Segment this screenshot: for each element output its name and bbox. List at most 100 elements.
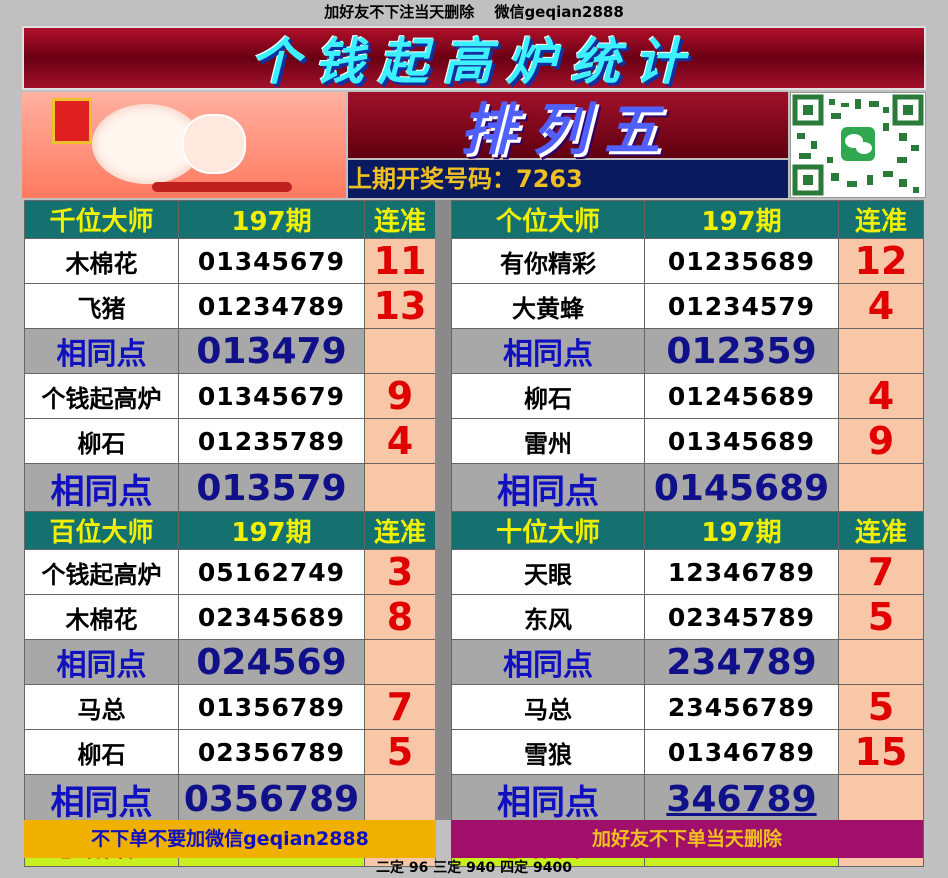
streak-header: 连准: [838, 511, 924, 550]
common-empty: [838, 639, 924, 685]
sheep-mascot-icon: [22, 92, 346, 198]
expert-name: 柳石: [24, 729, 179, 775]
expert-numbers: 01234579: [644, 283, 839, 329]
streak-count: 15: [838, 729, 924, 775]
common-numbers: 013479: [178, 328, 365, 374]
expert-name: 柳石: [24, 418, 179, 464]
common-label: 相同点: [451, 463, 645, 514]
panel-period: 197期: [178, 200, 365, 239]
sub-banner: 排列五: [348, 92, 788, 163]
main-banner: 个钱起高炉统计: [22, 26, 926, 91]
expert-numbers: 01235689: [644, 238, 839, 284]
common-label: 相同点: [24, 328, 179, 374]
expert-name: 柳石: [451, 373, 645, 419]
expert-numbers: 01245689: [644, 373, 839, 419]
common-numbers: 012359: [644, 328, 839, 374]
streak-count: 7: [364, 684, 436, 730]
expert-name: 雪狼: [451, 729, 645, 775]
common-numbers: 0145689: [644, 463, 839, 514]
expert-numbers: 01345689: [644, 418, 839, 464]
expert-name: 个钱起高炉: [24, 549, 179, 595]
streak-count: 4: [838, 283, 924, 329]
common-label: 相同点: [451, 774, 645, 825]
panel-period: 197期: [178, 511, 365, 550]
expert-numbers: 02345689: [178, 594, 365, 640]
common-empty: [364, 328, 436, 374]
expert-name: 雷州: [451, 418, 645, 464]
streak-count: 9: [838, 418, 924, 464]
common-empty: [838, 774, 924, 825]
wechat-qr-code-icon[interactable]: [790, 92, 926, 198]
panel-title: 十位大师: [451, 511, 645, 550]
expert-name: 东风: [451, 594, 645, 640]
streak-count: 9: [364, 373, 436, 419]
sheep-face: [182, 114, 246, 174]
streak-header: 连准: [364, 511, 436, 550]
expert-name: 木棉花: [24, 238, 179, 284]
expert-numbers: 12346789: [644, 549, 839, 595]
panel-period: 197期: [644, 511, 839, 550]
common-label: 相同点: [451, 328, 645, 374]
streak-count: 12: [838, 238, 924, 284]
panel-period: 197期: [644, 200, 839, 239]
expert-numbers: 05162749: [178, 549, 365, 595]
common-numbers: 0356789: [178, 774, 365, 825]
streak-count: 5: [838, 684, 924, 730]
expert-numbers: 01345679: [178, 238, 365, 284]
expert-numbers: 01235789: [178, 418, 365, 464]
column-divider: [435, 200, 451, 820]
common-numbers: 024569: [178, 639, 365, 685]
sub-title: 排列五: [460, 97, 676, 163]
panel-units: 个位大师 197期 连准 有你精彩 01235689 12 大黄蜂 01234579 4 相同点 0…: [451, 200, 924, 556]
streak-count: 13: [364, 283, 436, 329]
expert-name: 飞猪: [24, 283, 179, 329]
panel-hundreds: 百位大师 197期 连准 个钱起高炉 05162749 3 木棉花 02345689 8 相同点 0…: [24, 511, 436, 867]
common-numbers: 013579: [178, 463, 365, 514]
expert-numbers: 01346789: [644, 729, 839, 775]
footer-left-notice: 不下单不要加微信geqian2888: [24, 820, 436, 858]
streak-header: 连准: [364, 200, 436, 239]
bottom-note: 二定 96 三定 940 四定 9400: [375, 860, 573, 876]
expert-numbers: 02356789: [178, 729, 365, 775]
common-empty: [364, 639, 436, 685]
streak-count: 5: [838, 594, 924, 640]
expert-numbers: 01356789: [178, 684, 365, 730]
common-empty: [838, 328, 924, 374]
expert-name: 个钱起高炉: [24, 373, 179, 419]
common-numbers: 346789: [644, 774, 839, 825]
expert-numbers: 02345789: [644, 594, 839, 640]
streak-count: 5: [364, 729, 436, 775]
common-empty: [364, 774, 436, 825]
expert-name: 木棉花: [24, 594, 179, 640]
common-label: 相同点: [24, 463, 179, 514]
expert-name: 大黄蜂: [451, 283, 645, 329]
panel-thousands: 千位大师 197期 连准 木棉花 01345679 11 飞猪 01234789 13 相同点 01…: [24, 200, 436, 556]
common-numbers: 234789: [644, 639, 839, 685]
expert-name: 马总: [451, 684, 645, 730]
last-draw-number: 上期开奖号码：7263: [348, 160, 788, 198]
panel-title: 百位大师: [24, 511, 179, 550]
expert-numbers: 01234789: [178, 283, 365, 329]
top-note: 加好友不下注当天删除 微信geqian2888: [324, 3, 624, 21]
streak-count: 4: [364, 418, 436, 464]
panel-tens: 十位大师 197期 连准 天眼 12346789 7 东风 02345789 5 相同点 23478…: [451, 511, 924, 867]
expert-name: 有你精彩: [451, 238, 645, 284]
common-label: 相同点: [24, 639, 179, 685]
streak-header: 连准: [838, 200, 924, 239]
streak-count: 4: [838, 373, 924, 419]
banner-title: 个钱起高炉统计: [250, 33, 698, 91]
scroll-icon: [52, 98, 92, 144]
panel-title: 个位大师: [451, 200, 645, 239]
streak-count: 3: [364, 549, 436, 595]
streak-count: 11: [364, 238, 436, 284]
expert-numbers: 01345679: [178, 373, 365, 419]
streak-count: 8: [364, 594, 436, 640]
streak-count: 7: [838, 549, 924, 595]
expert-numbers: 23456789: [644, 684, 839, 730]
footer-right-notice: 加好友不下单当天删除: [451, 820, 923, 858]
panel-title: 千位大师: [24, 200, 179, 239]
common-empty: [364, 463, 436, 514]
expert-name: 天眼: [451, 549, 645, 595]
common-empty: [838, 463, 924, 514]
common-label: 相同点: [451, 639, 645, 685]
